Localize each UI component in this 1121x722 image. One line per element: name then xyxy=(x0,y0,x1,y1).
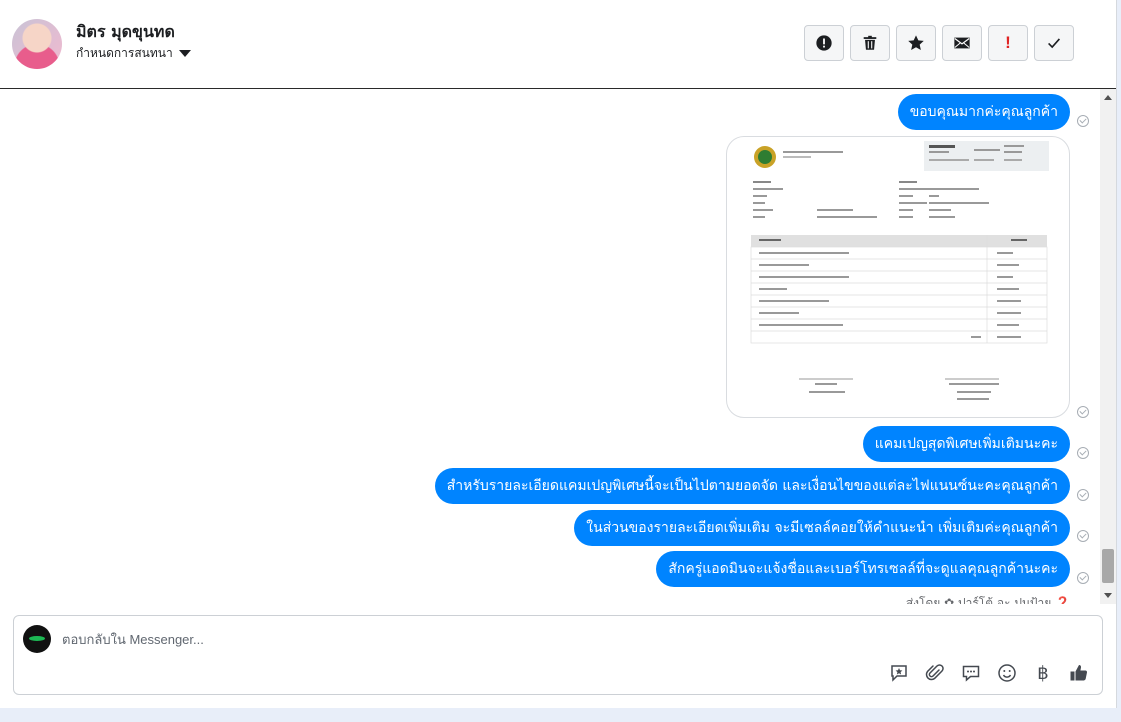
assign-label: กำหนดการสนทนา xyxy=(76,46,173,60)
thumbs-up-icon xyxy=(1070,665,1088,681)
message-bubble: ขอบคุณมากค่ะคุณลูกค้า xyxy=(897,94,1070,130)
saved-reply-icon xyxy=(891,665,907,682)
seen-check-icon xyxy=(1077,447,1089,459)
message-bubble: สักครู่แอดมินจะแจ้งชื่อและเบอร์โทรเซลล์ท… xyxy=(656,551,1070,587)
alert-circle-icon xyxy=(816,35,832,51)
contact-name[interactable]: มิตร มุดขุนทด xyxy=(76,20,175,45)
seen-check-icon xyxy=(1077,115,1089,127)
chat-bubble-icon xyxy=(962,665,980,682)
composer-toolbar: ฿ xyxy=(888,662,1090,684)
trash-icon xyxy=(863,35,877,50)
caret-down-icon xyxy=(178,50,191,57)
message-thread: ขอบคุณมากค่ะคุณลูกค้า แคมเปญสุดพิเศษเพิ่… xyxy=(0,89,1100,604)
baht-icon: ฿ xyxy=(1037,662,1049,684)
envelope-icon xyxy=(954,37,970,49)
mark-done-button[interactable] xyxy=(1034,25,1074,61)
reply-input[interactable] xyxy=(60,626,864,652)
scrollbar-thumb[interactable] xyxy=(1102,549,1114,583)
smiley-icon xyxy=(998,664,1016,682)
delete-button[interactable] xyxy=(850,25,890,61)
message-bubble: สำหรับรายละเอียดแคมเปญพิเศษนี้จะเป็นไปตา… xyxy=(434,468,1070,504)
message-bubble: ในส่วนของรายละเอียดเพิ่มเติม จะมีเซลล์คอ… xyxy=(574,510,1070,546)
star-icon xyxy=(908,35,924,51)
quotation-document-image xyxy=(750,141,1049,400)
seen-check-icon xyxy=(1077,572,1089,584)
seen-check-icon xyxy=(1077,406,1089,418)
scroll-down-arrow-icon[interactable] xyxy=(1104,593,1112,598)
payment-button[interactable]: ฿ xyxy=(1032,662,1054,684)
message-bubble: แคมเปญสุดพิเศษเพิ่มเติมนะคะ xyxy=(862,426,1070,462)
assign-conversation-dropdown[interactable]: กำหนดการสนทนา xyxy=(76,44,191,63)
action-toolbar: ! xyxy=(804,25,1074,61)
paperclip-icon xyxy=(925,664,944,681)
reply-composer: ฿ xyxy=(13,615,1103,695)
conversation-panel: มิตร มุดขุนทด กำหนดการสนทนา ! ขอบคุณมากค… xyxy=(0,0,1117,708)
quick-reply-button[interactable] xyxy=(960,662,982,684)
check-icon xyxy=(1048,38,1061,49)
spam-button[interactable] xyxy=(804,25,844,61)
like-button[interactable] xyxy=(1068,662,1090,684)
attach-button[interactable] xyxy=(924,662,946,684)
mark-unread-button[interactable] xyxy=(942,25,982,61)
follow-up-label: ! xyxy=(1005,33,1011,52)
quotation-image[interactable] xyxy=(726,136,1070,418)
emoji-button[interactable] xyxy=(996,662,1018,684)
scrollbar[interactable] xyxy=(1100,89,1116,604)
seen-check-icon xyxy=(1077,489,1089,501)
follow-up-button[interactable]: ! xyxy=(988,25,1028,61)
scroll-up-arrow-icon[interactable] xyxy=(1104,95,1112,100)
seen-check-icon xyxy=(1077,530,1089,542)
star-button[interactable] xyxy=(896,25,936,61)
conversation-header: มิตร มุดขุนทด กำหนดการสนทนา ! xyxy=(0,0,1116,89)
page-logo xyxy=(23,625,51,653)
saved-reply-button[interactable] xyxy=(888,662,910,684)
avatar[interactable] xyxy=(12,19,62,69)
sent-by-note: ส่งโดย ✿ ปาร์โต้ อะ ปมป้าย ❓ xyxy=(905,596,1070,604)
